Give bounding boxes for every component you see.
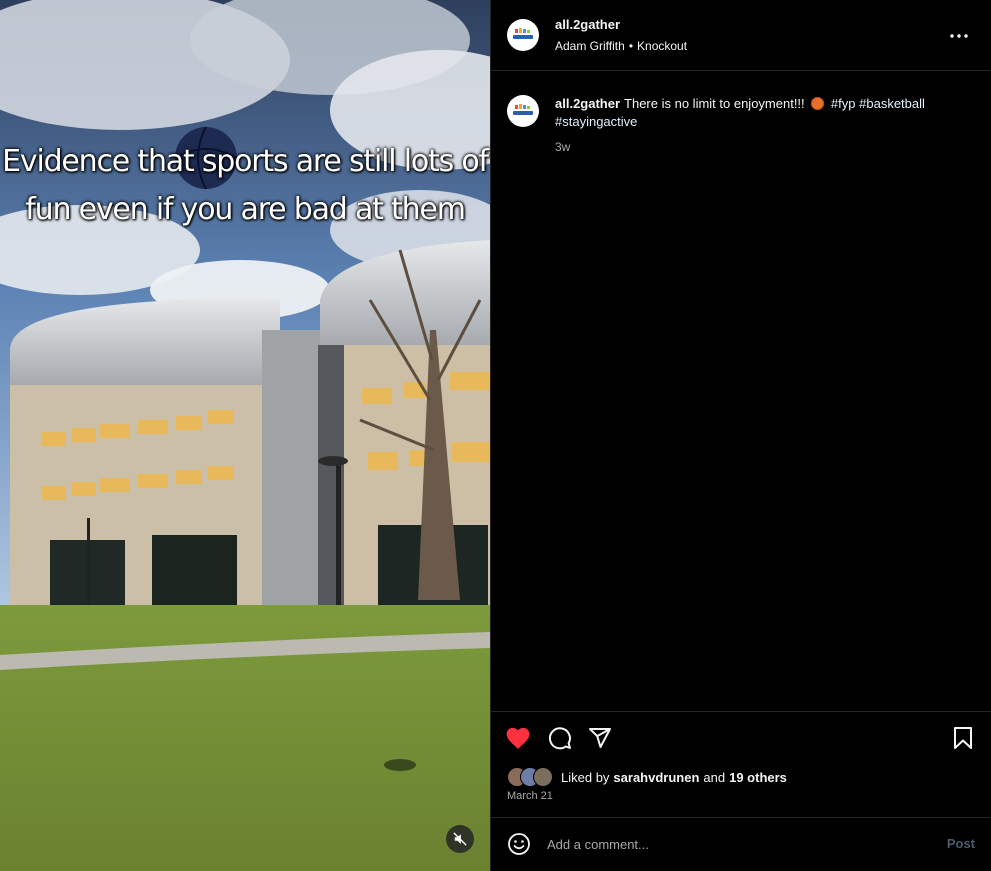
like-button[interactable] [505,725,531,751]
caption-avatar[interactable] [507,95,539,127]
avatar [533,767,553,787]
hashtag-link[interactable]: #basketball [859,96,925,111]
caption-text: There is no limit to enjoyment!!! [624,96,805,111]
liked-by-others[interactable]: 19 others [729,770,787,785]
more-options-button[interactable] [947,24,971,48]
mute-button[interactable] [446,825,474,853]
brand-logo-icon [513,28,533,39]
video-frame-scene [0,0,490,871]
caption-timestamp[interactable]: 3w [555,140,570,154]
liked-by-user[interactable]: sarahvdrunen [613,770,699,785]
comment-input[interactable] [547,834,917,854]
overlay-line-1: Evidence that sports are still lots of [2,144,489,179]
bookmark-icon [954,727,972,749]
heart-filled-icon [506,727,530,749]
post-dialog: Evidence that sports are still lots of f… [0,0,991,871]
emoji-picker-button[interactable] [507,832,531,856]
post-video[interactable]: Evidence that sports are still lots of f… [0,0,490,871]
basketball-emoji [811,97,825,110]
share-button[interactable] [587,725,613,751]
hashtag-link[interactable]: #stayingactive [555,114,637,129]
author-username[interactable]: all.2gather [555,17,620,32]
liker-avatars[interactable] [507,767,555,787]
divider [491,711,991,712]
post-caption: all.2gather There is no limit to enjoymen… [555,95,975,131]
speaker-muted-icon [453,832,467,846]
divider [491,817,991,818]
video-caption-overlay: Evidence that sports are still lots of f… [0,138,490,234]
more-horizontal-icon [950,34,968,38]
comment-icon [548,727,571,750]
separator-dot: • [628,39,634,53]
author-avatar[interactable] [507,19,539,51]
smiley-icon [508,833,530,855]
caption-username[interactable]: all.2gather [555,96,620,111]
liked-by-and: and [703,769,726,785]
post-header: all.2gather Adam Griffith • Knockout [491,0,991,71]
likes-summary: Liked by sarahvdrunen and 19 others [507,767,791,787]
audio-artist[interactable]: Adam Griffith [555,39,625,53]
post-date[interactable]: March 21 [507,790,553,802]
post-side-panel: all.2gather Adam Griffith • Knockout all.2… [490,0,991,871]
audio-track[interactable]: Knockout [637,39,687,53]
hashtag-link[interactable]: #fyp [831,96,856,111]
post-comment-button[interactable]: Post [947,836,975,851]
brand-logo-icon [513,104,533,115]
comment-button[interactable] [547,725,573,751]
audio-attribution: Adam Griffith • Knockout [555,39,687,53]
send-icon [589,728,611,748]
liked-by-label: Liked by [561,769,610,785]
overlay-line-2: fun even if you are bad at them [25,192,466,227]
save-button[interactable] [950,725,976,751]
